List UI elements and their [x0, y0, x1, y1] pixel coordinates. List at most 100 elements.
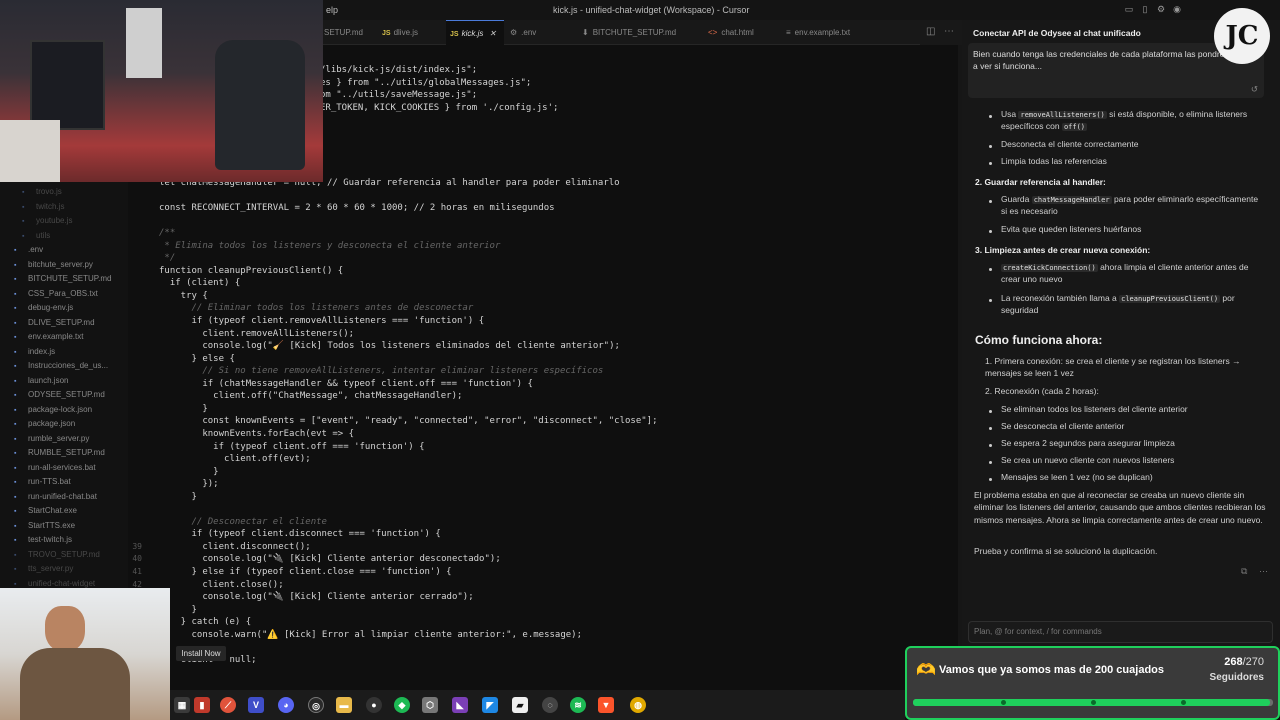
restore-icon[interactable]: ↺ [1251, 83, 1258, 95]
code-line: try { [159, 290, 208, 301]
code-line: } [159, 466, 219, 477]
code-line: // Desconectar el cliente [159, 516, 327, 527]
bullet-orphans: Evita que queden listeners huérfanos [1001, 224, 1142, 234]
chrome-icon[interactable]: ◍ [630, 697, 646, 713]
explorer-item[interactable]: ▪ youtube.js [22, 214, 72, 228]
app-icon[interactable]: ▮ [194, 697, 210, 713]
explorer-item[interactable]: ▪ Instrucciones_de_us... [14, 359, 108, 373]
explorer-item-label: TROVO_SETUP.md [28, 549, 100, 559]
folder-icon[interactable]: ▦ [174, 697, 190, 713]
explorer-item[interactable]: ▪ TROVO_SETUP.md [14, 548, 100, 562]
bullet-dot [989, 444, 992, 447]
explorer-item[interactable]: ▪ run-all-services.bat [14, 461, 96, 475]
visual-studio-icon[interactable]: ◣ [452, 697, 468, 713]
explorer-item[interactable]: ▪ StartChat.exe [14, 504, 77, 518]
app-icon[interactable]: ⟋ [220, 697, 236, 713]
editor-tabs: SETUP.md JS dlive.js JS kick.js ✕ ⚙ .env ⬇ BI… [320, 20, 920, 45]
app-icon[interactable]: V [248, 697, 264, 713]
more-options-icon[interactable]: ⋯ [1259, 565, 1268, 578]
app-icon[interactable]: ◎ [308, 697, 324, 713]
vscode-icon[interactable]: ◤ [482, 697, 498, 713]
settings-icon[interactable]: ⚙ [1156, 4, 1166, 14]
step-1: 1. Primera conexión: se crea el cliente … [985, 356, 1241, 379]
explorer-item[interactable]: ▪ bitchute_server.py [14, 258, 93, 272]
js-file-icon: JS [450, 31, 459, 38]
tab-chat-html[interactable]: <> chat.html [704, 20, 780, 45]
explorer-item[interactable]: ▪ test-twitch.js [14, 533, 72, 547]
bullet-save-handler: Guarda chatMessageHandler para poder eli… [1001, 194, 1259, 217]
tab-dlive-js[interactable]: JS dlive.js [378, 20, 444, 45]
explorer-item[interactable]: ▪ index.js [14, 345, 55, 359]
code-line: if (client) { [159, 278, 241, 289]
taskbar: ▦ ▮ ⟋ V ◕ ◎ ▬ ● ◆ ⬡ ◣ ◤ ▰ ◌ ≋ ▼ ◍ [170, 690, 905, 720]
explorer-item[interactable]: ▪ .env [14, 243, 43, 257]
code-line: } [159, 491, 197, 502]
close-icon[interactable]: ✕ [489, 29, 496, 38]
tab-setup-md[interactable]: SETUP.md [320, 20, 376, 45]
bullet-reconnect: La reconexión también llama a cleanupPre… [1001, 293, 1235, 316]
explorer-item[interactable]: ▪ package-lock.json [14, 403, 92, 417]
brave-icon[interactable]: ▼ [598, 697, 614, 713]
explorer-item[interactable]: ▪ env.example.txt [14, 330, 83, 344]
explorer-item[interactable]: ▪ BITCHUTE_SETUP.md [14, 272, 111, 286]
code-line: console.log("🔌 [Kick] Cliente anterior c… [159, 592, 474, 603]
file-icon: ▪ [14, 377, 17, 385]
install-now-button[interactable]: Install Now [176, 646, 226, 661]
code-line: const RECONNECT_INTERVAL = 2 * 60 * 60 *… [159, 203, 555, 214]
explorer-item-label: .env [28, 245, 44, 254]
explorer-item[interactable]: ▪ CSS_Para_OBS.txt [14, 287, 98, 301]
chat-input[interactable]: Plan, @ for context, / for commands [968, 621, 1273, 643]
explorer-item-label: CSS_Para_OBS.txt [28, 288, 98, 298]
explorer-item-label: run-unified-chat.bat [28, 491, 97, 501]
tab-env[interactable]: ⚙ .env [506, 20, 576, 45]
menu-help[interactable]: elp [326, 5, 338, 15]
explorer-item[interactable]: ▪ debug-env.js [14, 301, 73, 315]
code-line: /libs/kick-js/dist/index.js"; [320, 65, 478, 75]
progress-marker [1091, 700, 1096, 705]
code-line: client.off(evt); [159, 454, 311, 465]
explorer-item[interactable]: ▪ ODYSEE_SETUP.md [14, 388, 105, 402]
heading-save-handler: 2. Guardar referencia al handler: [975, 177, 1106, 187]
section-title: Cómo funciona ahora: [975, 333, 1103, 347]
code-line: console.warn("⚠️ [Kick] Error al limpiar… [159, 629, 583, 640]
cursor-icon[interactable]: ▰ [512, 697, 528, 713]
layout-icon[interactable]: ▭ [1124, 4, 1134, 14]
tab-env-example[interactable]: ≡ env.example.txt [782, 20, 892, 45]
explorer-item[interactable]: ▪ trovo.js [22, 185, 62, 199]
code-line: client.removeAllListeners(); [159, 328, 355, 339]
explorer-item[interactable]: ▪ run-TTS.bat [14, 475, 71, 489]
explorer-item[interactable]: ▪ launch.json [14, 374, 68, 388]
copy-icon[interactable]: ⧉ [1241, 565, 1247, 578]
bullet-dot [989, 478, 992, 481]
more-icon[interactable]: ⋯ [944, 26, 954, 37]
explorer-item[interactable]: ▪ RUMBLE_SETUP.md [14, 446, 105, 460]
explorer-item[interactable]: ▪ rumble_server.py [14, 432, 89, 446]
discord-icon[interactable]: ◕ [278, 697, 294, 713]
file-icon: ▪ [14, 537, 17, 544]
obs-icon[interactable]: ● [366, 697, 382, 713]
account-icon[interactable]: ◉ [1172, 4, 1182, 14]
explorer-item[interactable]: ▪ tts_server.py [14, 562, 73, 576]
explorer-item[interactable]: ▪ DLIVE_SETUP.md [14, 316, 95, 330]
code-line: } catch (e) { [159, 617, 252, 628]
tab-kick-js[interactable]: JS kick.js ✕ [446, 20, 504, 45]
reconnect-step-bullet: Mensajes se leen 1 vez (no se duplican) [1001, 472, 1153, 482]
bullet-dot [989, 461, 992, 464]
code-line: ER_TOKEN, KICK_COOKIES } from './config.… [320, 102, 559, 113]
explorer-item[interactable]: ▪ utils [22, 229, 50, 243]
explorer-item[interactable]: ▪ package.json [14, 417, 75, 431]
tab-bitchute-setup[interactable]: ⬇ BITCHUTE_SETUP.md [578, 20, 702, 45]
poster-shape [126, 8, 162, 78]
file-explorer: ▪ trovo.js ▪ twitch.js ▪ youtube.js ▪ utils ▪ .en… [0, 182, 128, 590]
file-explorer-icon[interactable]: ▬ [336, 697, 352, 713]
split-editor-icon[interactable]: ◫ [926, 26, 935, 37]
app-icon[interactable]: ◆ [394, 697, 410, 713]
confirm-paragraph: Prueba y confirma si se solucionó la dup… [974, 546, 1158, 556]
app-icon[interactable]: ⬡ [422, 697, 438, 713]
spotify-icon[interactable]: ≋ [570, 697, 586, 713]
app-icon[interactable]: ◌ [542, 697, 558, 713]
explorer-item[interactable]: ▪ StartTTS.exe [14, 519, 75, 533]
panel-icon[interactable]: ▯ [1140, 4, 1150, 14]
explorer-item[interactable]: ▪ run-unified-chat.bat [14, 490, 97, 504]
explorer-item[interactable]: ▪ twitch.js [22, 200, 64, 214]
